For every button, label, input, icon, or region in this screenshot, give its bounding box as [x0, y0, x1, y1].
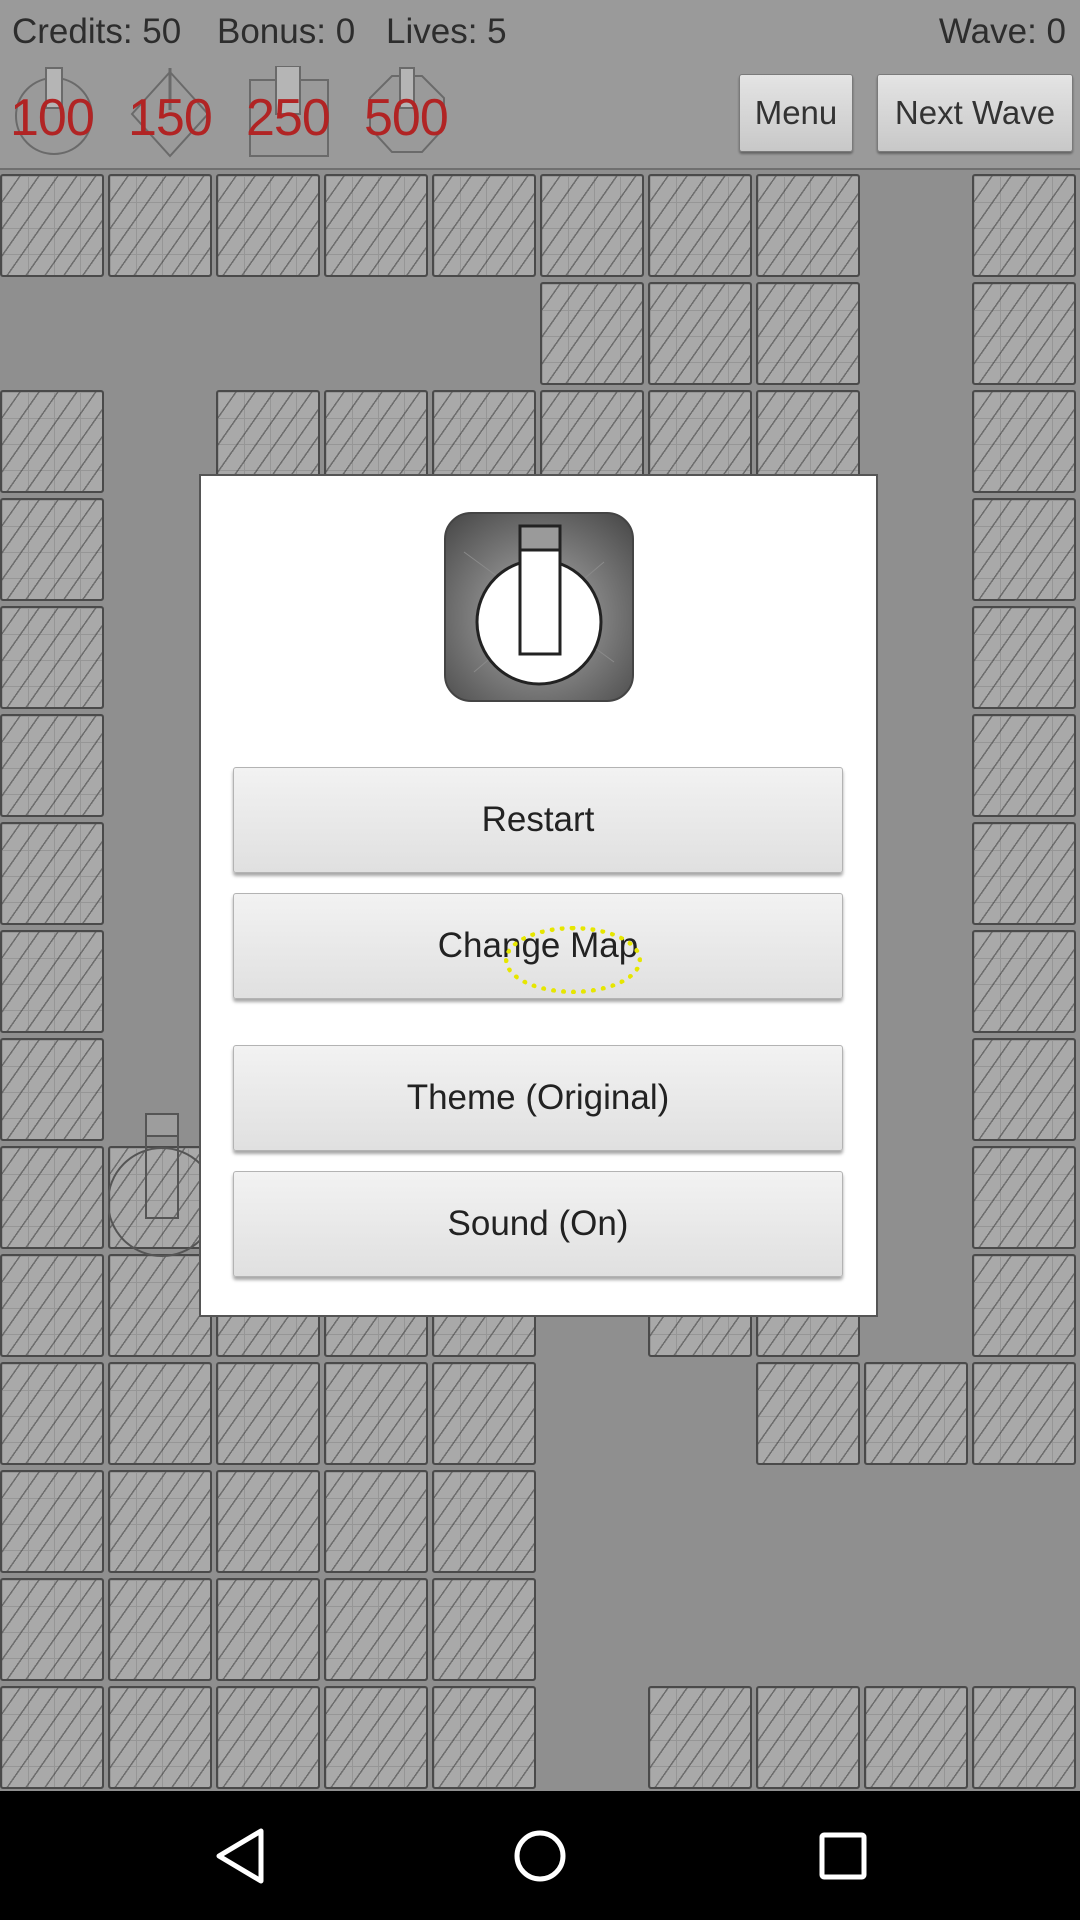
change-map-button[interactable]: Change Map	[233, 893, 843, 999]
map-tile[interactable]	[756, 282, 860, 385]
map-tile[interactable]	[972, 822, 1076, 925]
map-tile[interactable]	[972, 390, 1076, 493]
map-tile[interactable]	[432, 1362, 536, 1465]
menu-button[interactable]: Menu	[739, 74, 853, 152]
map-tile[interactable]	[432, 1686, 536, 1789]
map-tile[interactable]	[216, 1686, 320, 1789]
game-hud: Credits: 50 Bonus: 0 Lives: 5 Wave: 0 10…	[0, 0, 1080, 170]
map-tile[interactable]	[108, 1578, 212, 1681]
tower-cost: 500	[364, 89, 449, 147]
placed-tower-icon[interactable]	[108, 1112, 208, 1262]
map-tile[interactable]	[540, 282, 644, 385]
map-tile[interactable]	[0, 1254, 104, 1357]
map-tile[interactable]	[108, 1686, 212, 1789]
map-tile[interactable]	[756, 1362, 860, 1465]
map-tile[interactable]	[972, 606, 1076, 709]
map-tile[interactable]	[0, 822, 104, 925]
tower-buy-round[interactable]: 100	[10, 66, 110, 162]
map-tile[interactable]	[648, 174, 752, 277]
map-tile[interactable]	[108, 1254, 212, 1357]
map-tile[interactable]	[756, 174, 860, 277]
map-tile[interactable]	[216, 174, 320, 277]
map-tile[interactable]	[108, 1362, 212, 1465]
tower-buy-diamond[interactable]: 150	[128, 66, 228, 162]
map-tile[interactable]	[972, 282, 1076, 385]
map-tile[interactable]	[0, 174, 104, 277]
credits-label: Credits: 50	[12, 12, 182, 51]
map-tile[interactable]	[648, 1686, 752, 1789]
tower-buy-octagon[interactable]: 500	[364, 66, 464, 162]
system-nav-bar	[0, 1791, 1080, 1920]
map-tile[interactable]	[0, 1038, 104, 1141]
map-tile[interactable]	[432, 174, 536, 277]
next-wave-button[interactable]: Next Wave	[877, 74, 1073, 152]
map-tile[interactable]	[0, 1686, 104, 1789]
tower-cost: 100	[10, 89, 95, 147]
map-tile[interactable]	[0, 1362, 104, 1465]
map-tile[interactable]	[0, 714, 104, 817]
map-tile[interactable]	[216, 1578, 320, 1681]
map-tile[interactable]	[432, 1578, 536, 1681]
theme-button[interactable]: Theme (Original)	[233, 1045, 843, 1151]
map-tile[interactable]	[972, 1362, 1076, 1465]
tower-cost: 250	[246, 89, 331, 147]
map-tile[interactable]	[324, 1686, 428, 1789]
change-map-label: Change Map	[437, 926, 639, 965]
tower-cost: 150	[128, 89, 213, 147]
cannon-tower-icon	[444, 512, 634, 702]
map-tile[interactable]	[324, 174, 428, 277]
map-tile[interactable]	[0, 1578, 104, 1681]
map-tile[interactable]	[972, 930, 1076, 1033]
tower-buy-square[interactable]: 250	[246, 66, 346, 162]
map-tile[interactable]	[972, 498, 1076, 601]
map-tile[interactable]	[0, 1470, 104, 1573]
map-tile[interactable]	[324, 1470, 428, 1573]
menu-dialog: Restart Change Map Theme (Original) Soun…	[199, 474, 878, 1317]
recents-icon[interactable]	[808, 1821, 878, 1891]
sound-button[interactable]: Sound (On)	[233, 1171, 843, 1277]
map-tile[interactable]	[972, 174, 1076, 277]
map-tile[interactable]	[216, 1470, 320, 1573]
map-tile[interactable]	[864, 1362, 968, 1465]
map-tile[interactable]	[972, 1146, 1076, 1249]
map-tile[interactable]	[864, 1686, 968, 1789]
map-tile[interactable]	[972, 1254, 1076, 1357]
map-tile[interactable]	[0, 930, 104, 1033]
map-tile[interactable]	[972, 1686, 1076, 1789]
map-tile[interactable]	[324, 1578, 428, 1681]
back-icon[interactable]	[205, 1821, 275, 1891]
map-tile[interactable]	[0, 1146, 104, 1249]
map-tile[interactable]	[108, 1470, 212, 1573]
map-tile[interactable]	[0, 498, 104, 601]
map-tile[interactable]	[0, 390, 104, 493]
map-tile[interactable]	[972, 1038, 1076, 1141]
bonus-label: Bonus: 0	[217, 12, 356, 51]
map-tile[interactable]	[648, 282, 752, 385]
map-tile[interactable]	[756, 1686, 860, 1789]
home-icon[interactable]	[505, 1821, 575, 1891]
map-tile[interactable]	[324, 1362, 428, 1465]
map-tile[interactable]	[0, 606, 104, 709]
wave-label: Wave: 0	[938, 12, 1066, 51]
restart-button[interactable]: Restart	[233, 767, 843, 873]
lives-label: Lives: 5	[386, 12, 507, 51]
map-tile[interactable]	[540, 174, 644, 277]
map-tile[interactable]	[972, 714, 1076, 817]
map-tile[interactable]	[216, 1362, 320, 1465]
map-tile[interactable]	[108, 174, 212, 277]
map-tile[interactable]	[432, 1470, 536, 1573]
